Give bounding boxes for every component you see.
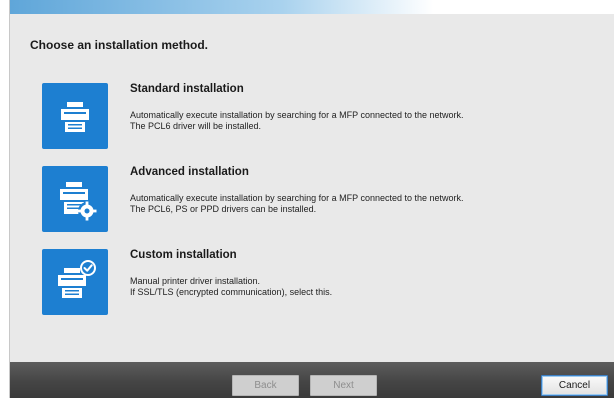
- option-custom-installation[interactable]: Custom installation Manual printer drive…: [42, 249, 602, 315]
- option-description: Automatically execute installation by se…: [130, 110, 600, 132]
- title-strip: [10, 0, 614, 14]
- cancel-button[interactable]: Cancel: [541, 375, 608, 396]
- printer-icon[interactable]: [42, 83, 108, 149]
- printer-settings-icon[interactable]: [42, 166, 108, 232]
- option-description-line: Manual printer driver installation.: [130, 276, 261, 286]
- option-description-line: If SSL/TLS (encrypted communication), se…: [130, 287, 333, 297]
- installer-window: Choose an installation method. Standard …: [9, 0, 614, 398]
- option-description-line: The PCL6 driver will be installed.: [130, 121, 262, 131]
- option-description-line: Automatically execute installation by se…: [130, 193, 464, 203]
- content-area: Choose an installation method. Standard …: [10, 14, 614, 362]
- option-description: Automatically execute installation by se…: [130, 193, 600, 215]
- option-description-line: The PCL6, PS or PPD drivers can be insta…: [130, 204, 317, 214]
- page-heading: Choose an installation method.: [30, 38, 209, 52]
- printer-check-icon[interactable]: [42, 249, 108, 315]
- back-button[interactable]: Back: [232, 375, 299, 396]
- next-button[interactable]: Next: [310, 375, 377, 396]
- option-title: Advanced installation: [130, 166, 249, 178]
- option-title: Standard installation: [130, 83, 244, 95]
- option-description-line: Automatically execute installation by se…: [130, 110, 464, 120]
- option-standard-installation[interactable]: Standard installation Automatically exec…: [42, 83, 602, 149]
- option-advanced-installation[interactable]: Advanced installation Automatically exec…: [42, 166, 602, 232]
- option-description: Manual printer driver installation. If S…: [130, 276, 600, 298]
- option-title: Custom installation: [130, 249, 237, 261]
- footer-bar: Back Next Cancel: [10, 362, 614, 398]
